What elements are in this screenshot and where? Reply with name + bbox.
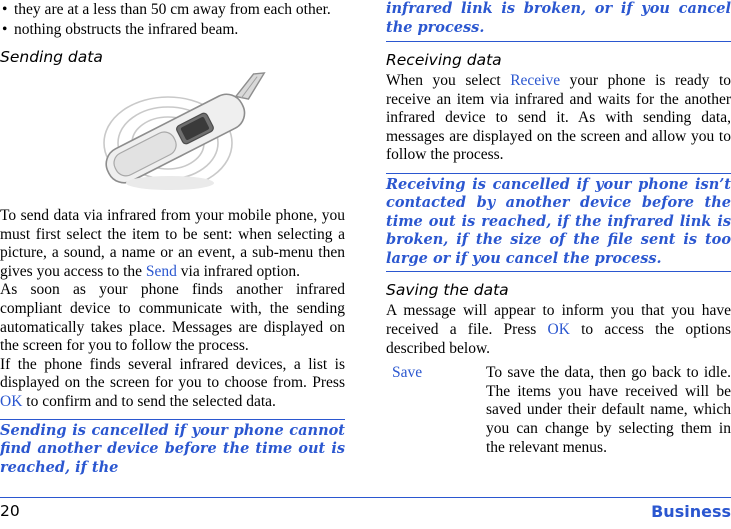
- section-heading-receiving-data: Receiving data: [386, 51, 502, 69]
- paragraph-receiving: When you select Receive your phone is re…: [386, 72, 731, 165]
- note-sending-cancelled: Sending is cancelled if your phone canno…: [0, 418, 345, 478]
- key-receive: Receive: [510, 72, 561, 89]
- page-number: 20: [0, 502, 20, 520]
- paragraph-saving: A message will appear to inform you that…: [386, 302, 731, 358]
- left-column: they are at a less than 50 cm away from …: [0, 0, 345, 477]
- paragraph-text-cont: via infrared option.: [176, 262, 301, 280]
- note-receiving-cancelled: Receiving is cancelled if your phone isn…: [386, 172, 731, 273]
- key-ok: OK: [0, 392, 23, 410]
- paragraph-auto-send: As soon as your phone finds another infr…: [0, 281, 345, 355]
- footer-divider: [0, 497, 731, 498]
- section-heading-saving-data: Saving the data: [386, 281, 509, 300]
- paragraph-send-intro: To send data via infrared from your mobi…: [0, 207, 345, 281]
- bullet-list: they are at a less than 50 cm away from …: [0, 0, 345, 39]
- manual-page: they are at a less than 50 cm away from …: [0, 0, 731, 529]
- key-ok: OK: [547, 321, 570, 339]
- note-sending-cancelled-continued: infrared link is broken, or if you cance…: [386, 0, 731, 42]
- bullet-text-1: they are at a less than 50 cm away from …: [14, 1, 331, 18]
- key-send: Send: [145, 262, 177, 280]
- list-item: they are at a less than 50 cm away from …: [0, 0, 345, 19]
- section-heading-sending-data: Sending data: [0, 48, 103, 66]
- paragraph-text: When you select: [386, 72, 511, 89]
- option-row-save: Save To save the data, then go back to i…: [386, 364, 731, 457]
- right-column: infrared link is broken, or if you cance…: [386, 0, 731, 457]
- paragraph-multiple-devices: If the phone finds several infrared devi…: [0, 356, 345, 412]
- option-description-save: To save the data, then go back to idle. …: [486, 364, 731, 456]
- chapter-title: Business: [651, 502, 731, 521]
- infrared-phone-illustration: [0, 71, 345, 201]
- bullet-text-2: nothing obstructs the infrared beam.: [14, 21, 239, 38]
- list-item: nothing obstructs the infrared beam.: [0, 20, 345, 39]
- page-footer: 20 Business: [0, 497, 731, 529]
- paragraph-text-cont: to confirm and to send the selected data…: [22, 392, 276, 410]
- option-label-save: Save: [392, 364, 423, 382]
- paragraph-text: If the phone finds several infrared devi…: [0, 355, 345, 392]
